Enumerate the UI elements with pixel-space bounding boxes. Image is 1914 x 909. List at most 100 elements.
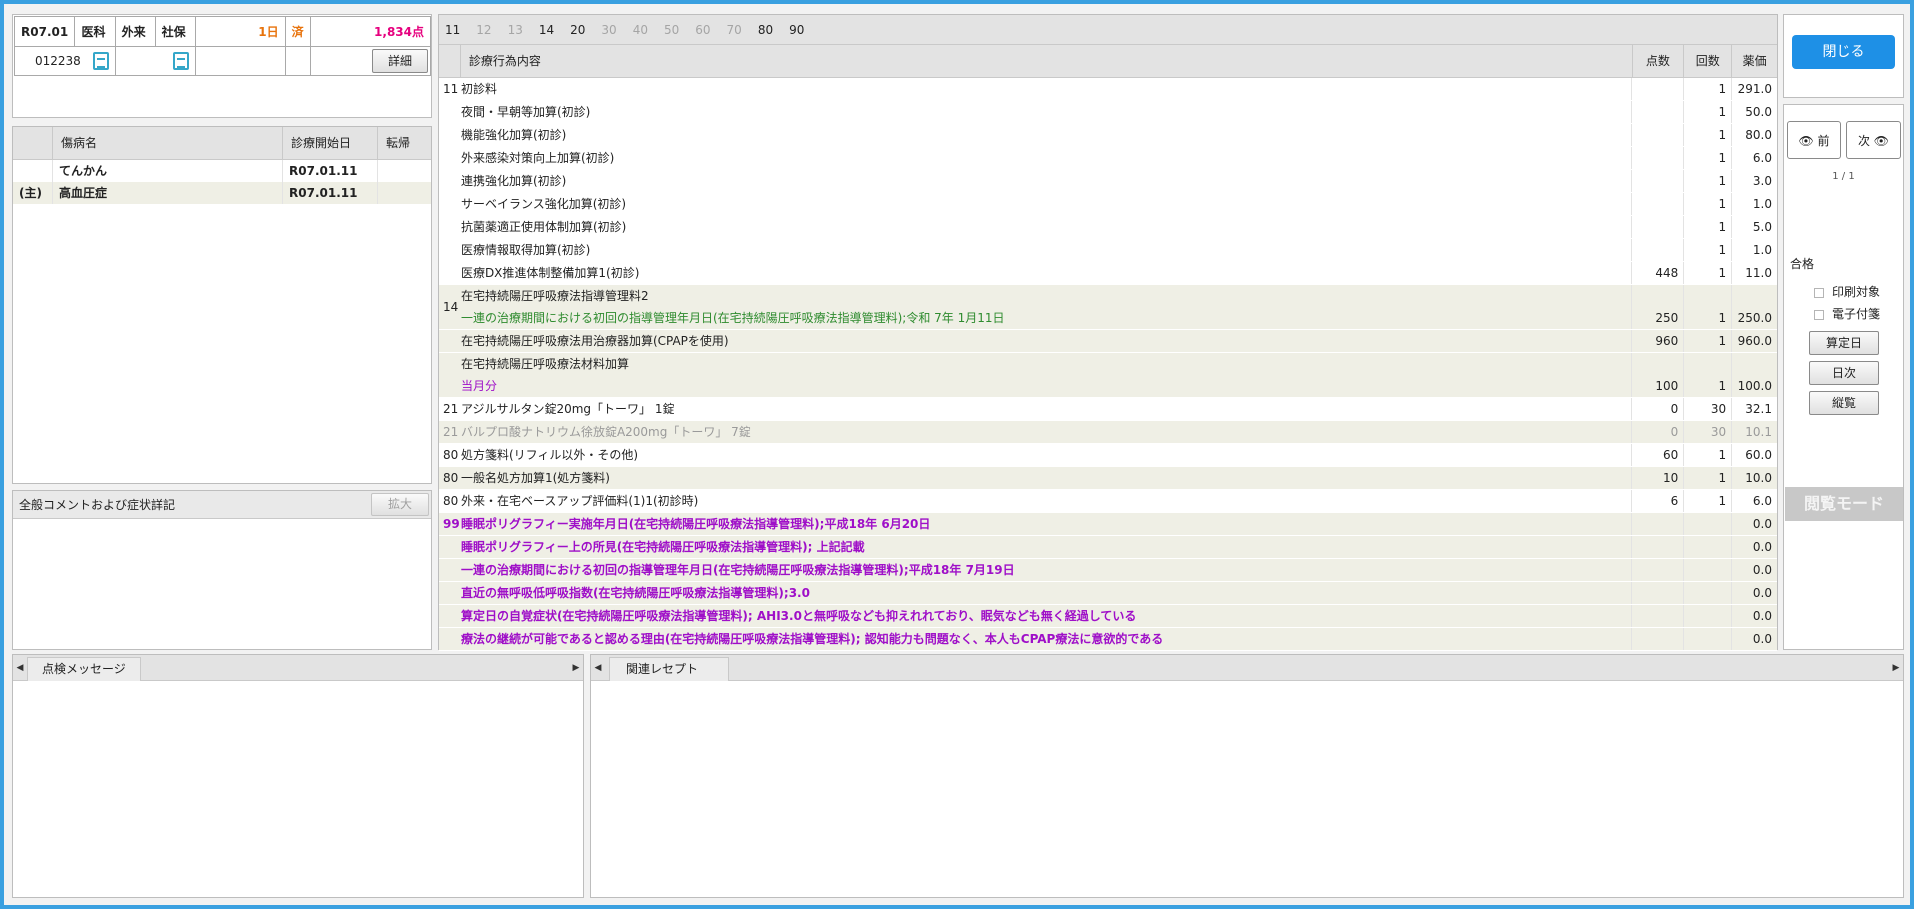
treatment-name: 在宅持続陽圧呼吸療法材料加算 当月分 [461, 353, 1633, 397]
empty-cell [114, 46, 196, 76]
treatment-price: 0.0 [1752, 632, 1772, 646]
daily-button[interactable]: 日次 [1809, 361, 1879, 385]
treatment-name: 外来感染対策向上加算(初診) [461, 147, 1633, 169]
treatment-row[interactable]: 夜間・早朝等加算(初診) 1 50.0 [439, 101, 1777, 124]
patient-number: 012238 [35, 53, 81, 68]
scroll-left-icon[interactable]: ◀ [591, 655, 605, 681]
overview-button[interactable]: 縦覧 [1809, 391, 1879, 415]
treatment-name-line: 睡眠ポリグラフィー実施年月日(在宅持続陽圧呼吸療法指導管理料);平成18年 6月… [460, 517, 931, 531]
disease-row[interactable]: てんかん R07.01.11 [13, 160, 431, 182]
start-date-header: 診療開始日 [283, 127, 378, 159]
treatment-row[interactable]: 80 外来・在宅ベースアップ評価料(1)1(初診時) 6 1 6.0 [439, 490, 1777, 513]
scroll-right-icon[interactable]: ▶ [569, 655, 583, 681]
treatment-points: 10 [1632, 467, 1685, 489]
treatment-row[interactable]: 一連の治療期間における初回の指導管理年月日(在宅持続陽圧呼吸療法指導管理料);平… [439, 559, 1777, 582]
comment-textarea[interactable] [13, 520, 431, 649]
scroll-right-icon[interactable]: ▶ [1889, 655, 1903, 681]
treatment-name-line: 外来感染対策向上加算(初診) [460, 151, 615, 165]
electronic-attach-checkbox[interactable]: 電子付箋 [1814, 305, 1880, 322]
treatment-count [1684, 605, 1733, 627]
treatment-code [439, 582, 461, 604]
tab-11[interactable]: 11 [445, 23, 460, 37]
document-icon[interactable] [92, 52, 109, 70]
treatment-panel: 11 12 13 14 20 30 40 50 60 70 80 90 診療行為… [438, 14, 1778, 651]
points-header: 点数 [1633, 45, 1685, 77]
treatment-row[interactable]: 睡眠ポリグラフィー上の所見(在宅持続陽圧呼吸療法指導管理料); 上記記載 0.0 [439, 536, 1777, 559]
treatment-points [1632, 147, 1685, 169]
prev-button[interactable]: 👁 前 [1787, 121, 1841, 159]
disease-name: 高血圧症 [53, 182, 283, 204]
treatment-row[interactable]: 11 初診料 1 291.0 [439, 78, 1777, 101]
tab-50[interactable]: 50 [664, 23, 679, 37]
treatment-row[interactable]: 療法の継続が可能であると認める理由(在宅持続陽圧呼吸療法指導管理料); 認知能力… [439, 628, 1777, 651]
expand-button[interactable]: 拡大 [371, 493, 429, 516]
treatment-name: サーベイランス強化加算(初診) [461, 193, 1633, 215]
treatment-row[interactable]: 直近の無呼吸低呼吸指数(在宅持続陽圧呼吸療法指導管理料);3.0 0.0 [439, 582, 1777, 605]
tab-12[interactable]: 12 [476, 23, 491, 37]
treatment-row[interactable]: 医療情報取得加算(初診) 1 1.0 [439, 239, 1777, 262]
comment-title-bar: 全般コメントおよび症状詳記 拡大 [13, 491, 431, 519]
treatment-count: 1 [1684, 353, 1733, 397]
check-message-tab-bar: ◀ 点検メッセージ ▶ [13, 655, 583, 681]
treatment-row[interactable]: 14 在宅持続陽圧呼吸療法指導管理料2 一連の治療期間における初回の指導管理年月日(… [439, 285, 1777, 330]
tab-70[interactable]: 70 [727, 23, 742, 37]
tab-40[interactable]: 40 [633, 23, 648, 37]
treatment-count: 1 [1684, 78, 1733, 100]
tab-30[interactable]: 30 [601, 23, 616, 37]
treatment-row[interactable]: 医療DX推進体制整備加算1(初診) 448 1 11.0 [439, 262, 1777, 285]
treatment-row[interactable]: 連携強化加算(初診) 1 3.0 [439, 170, 1777, 193]
view-mode-label: 閲覧モード [1785, 487, 1903, 521]
treatment-row[interactable]: 21 バルプロ酸ナトリウム徐放錠A200mg「トーワ」 7錠 0 30 10.1 [439, 421, 1777, 444]
treatment-row[interactable]: 在宅持続陽圧呼吸療法用治療器加算(CPAPを使用) 960 1 960.0 [439, 330, 1777, 353]
treatment-code: 80 [443, 448, 459, 462]
treatment-name-line: バルプロ酸ナトリウム徐放錠A200mg「トーワ」 7錠 [460, 425, 751, 439]
treatment-price: 960.0 [1737, 334, 1772, 348]
tab-check-message[interactable]: 点検メッセージ [27, 657, 141, 681]
treatment-name: 在宅持続陽圧呼吸療法指導管理料2 一連の治療期間における初回の指導管理年月日(在宅… [461, 285, 1633, 329]
treatment-row[interactable]: 80 一般名処方加算1(処方箋料) 10 1 10.0 [439, 467, 1777, 490]
disease-row[interactable]: (主) 高血圧症 R07.01.11 [13, 182, 431, 204]
calc-date-button[interactable]: 算定日 [1809, 331, 1879, 355]
treatment-row[interactable]: 在宅持続陽圧呼吸療法材料加算 当月分 100 1 100.0 [439, 353, 1777, 398]
tab-20[interactable]: 20 [570, 23, 585, 37]
treatment-name: 算定日の自覚症状(在宅持続陽圧呼吸療法指導管理料); AHI3.0と無呼吸なども… [461, 605, 1633, 627]
treatment-points: 250 [1632, 285, 1685, 329]
treatment-points [1632, 239, 1685, 261]
treatment-row[interactable]: 21 アジルサルタン錠20mg「トーワ」 1錠 0 30 32.1 [439, 398, 1777, 421]
empty-cell [194, 46, 286, 76]
eye-icon: 👁 [1873, 134, 1890, 148]
detail-button[interactable]: 詳細 [372, 49, 428, 73]
disease-name-header: 傷病名 [53, 127, 283, 159]
tab-related-receipt[interactable]: 関連レセプト [609, 657, 730, 681]
disease-outcome [378, 182, 431, 204]
treatment-price: 60.0 [1745, 448, 1772, 462]
tab-60[interactable]: 60 [695, 23, 710, 37]
tab-90[interactable]: 90 [789, 23, 804, 37]
treatment-code [439, 559, 461, 581]
comment-panel: 全般コメントおよび症状詳記 拡大 [12, 490, 432, 650]
print-target-checkbox[interactable]: 印刷対象 [1814, 283, 1880, 300]
treatment-points: 0 [1632, 398, 1685, 420]
tab-13[interactable]: 13 [508, 23, 523, 37]
document-icon[interactable] [172, 52, 189, 70]
treatment-row[interactable]: サーベイランス強化加算(初診) 1 1.0 [439, 193, 1777, 216]
days-count: 1日 [194, 16, 286, 47]
treatment-row[interactable]: 算定日の自覚症状(在宅持続陽圧呼吸療法指導管理料); AHI3.0と無呼吸なども… [439, 605, 1777, 628]
treatment-code: 21 [443, 425, 459, 439]
next-button[interactable]: 次 👁 [1846, 121, 1901, 159]
result-label: 合格 [1790, 257, 1815, 271]
tab-80[interactable]: 80 [758, 23, 773, 37]
treatment-name-line: 算定日の自覚症状(在宅持続陽圧呼吸療法指導管理料); AHI3.0と無呼吸なども… [460, 609, 1137, 623]
treatment-count: 1 [1684, 147, 1733, 169]
treatment-name: 一連の治療期間における初回の指導管理年月日(在宅持続陽圧呼吸療法指導管理料);平… [461, 559, 1633, 581]
treatment-row[interactable]: 機能強化加算(初診) 1 80.0 [439, 124, 1777, 147]
tab-14[interactable]: 14 [539, 23, 554, 37]
treatment-count: 1 [1684, 193, 1733, 215]
treatment-row[interactable]: 外来感染対策向上加算(初診) 1 6.0 [439, 147, 1777, 170]
treatment-row[interactable]: 80 処方箋料(リフィル以外・その他) 60 1 60.0 [439, 444, 1777, 467]
treatment-row[interactable]: 99 睡眠ポリグラフィー実施年月日(在宅持続陽圧呼吸療法指導管理料);平成18年 … [439, 513, 1777, 536]
scroll-left-icon[interactable]: ◀ [13, 655, 27, 681]
close-button[interactable]: 閉じる [1792, 35, 1895, 69]
treatment-row[interactable]: 抗菌薬適正使用体制加算(初診) 1 5.0 [439, 216, 1777, 239]
treatment-count: 30 [1684, 398, 1733, 420]
